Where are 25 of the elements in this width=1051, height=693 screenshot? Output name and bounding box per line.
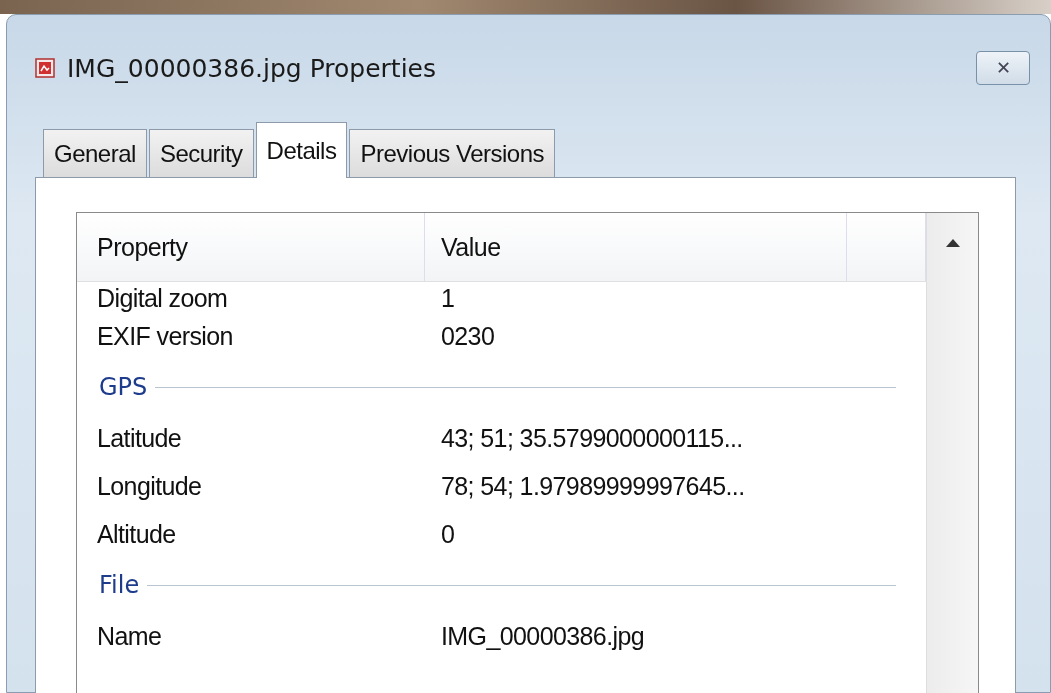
property-name: Digital zoom <box>96 284 229 312</box>
group-heading: GPS <box>99 373 148 401</box>
scrollbar[interactable] <box>926 213 978 693</box>
property-value: 1 <box>440 284 456 312</box>
tab[interactable]: Security <box>148 129 254 177</box>
close-button[interactable]: ✕ <box>976 51 1030 85</box>
column-header[interactable]: Value <box>425 213 847 281</box>
window-title: IMG_00000386.jpg Properties <box>67 53 436 83</box>
property-value: 0230 <box>440 321 496 351</box>
property-value: IMG_00000386.jpg <box>440 621 646 651</box>
image-file-icon <box>35 58 55 78</box>
tab[interactable]: Previous Versions <box>349 129 556 177</box>
property-name: EXIF version <box>96 321 234 351</box>
property-name: Longitude <box>96 471 203 501</box>
property-value: 43; 51; 35.5799000000115... <box>440 423 744 453</box>
tab[interactable]: General <box>43 129 147 177</box>
property-value: 78; 54; 1.97989999997645... <box>440 471 746 501</box>
tab[interactable]: Details <box>255 122 348 178</box>
property-name: Name <box>96 621 163 651</box>
column-header[interactable]: Property <box>77 213 425 281</box>
group-heading: File <box>99 571 140 599</box>
property-name: Altitude <box>96 519 177 549</box>
property-name: Latitude <box>96 423 183 453</box>
property-value: 0 <box>440 519 456 549</box>
scroll-up-icon[interactable] <box>945 239 960 247</box>
